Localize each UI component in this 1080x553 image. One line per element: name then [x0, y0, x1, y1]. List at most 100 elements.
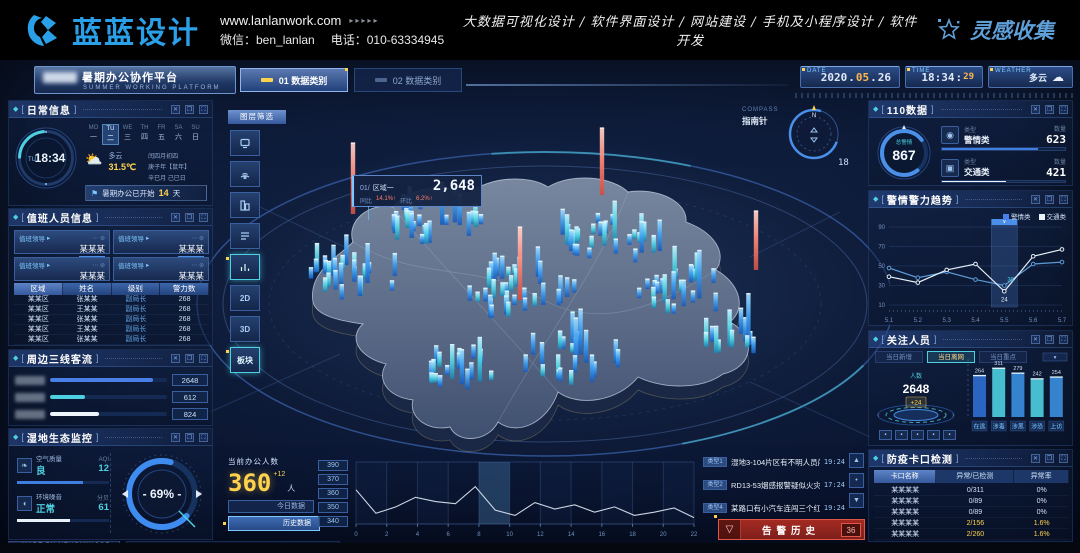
window-icon[interactable]: ❐	[1045, 105, 1054, 114]
window-icon[interactable]: ❐	[185, 433, 194, 442]
office-count-value: 360	[228, 469, 271, 497]
layer-button-list[interactable]	[230, 223, 260, 249]
history-data-button[interactable]: 历史数据	[228, 516, 320, 531]
close-icon[interactable]: ✕	[171, 354, 180, 363]
services-list: 大数据可视化设计 / 软件界面设计 / 网站建设 / 手机及小程序设计 / 软件…	[460, 11, 920, 49]
panel-title: 关注人员	[887, 332, 931, 347]
layer-button-板块[interactable]: 板块	[230, 347, 260, 373]
panel-focus-persons: ◆[关注人员] ✕❐⛶ 当日新增当日离网当日重点 人数2648+24‹› ▪▪▪…	[868, 330, 1073, 446]
close-icon[interactable]: ✕	[171, 433, 180, 442]
alert-history-button[interactable]: ▽ 告警历史 36	[718, 519, 865, 540]
svg-text:5.7: 5.7	[1058, 318, 1067, 324]
tab-active-marker	[261, 78, 273, 82]
layer-filter: 图层筛选 2D3D板块	[228, 110, 262, 378]
layer-button-signal[interactable]	[230, 161, 260, 187]
panel-title: 警情警力趋势	[887, 192, 953, 207]
office-chart-yaxis: 390370360350340	[318, 460, 348, 527]
alert-item[interactable]: 类型1湿地3-104片区有不明人员闯入19:24	[703, 453, 845, 471]
platform-subtitle: SUMMER WORKING PLATFORM	[43, 85, 235, 91]
svg-text:5.1: 5.1	[885, 318, 894, 324]
layer-button-monitor[interactable]	[230, 130, 260, 156]
layer-button-3D[interactable]: 3D	[230, 316, 260, 342]
focus-tab[interactable]: 当日新增	[875, 351, 923, 363]
alert-item[interactable]: 类型2RD13-53烟感报警疑似火灾17:24	[703, 476, 845, 494]
svg-text:+24: +24	[910, 400, 921, 407]
today-data-button[interactable]: 今日数据	[228, 500, 314, 513]
calendar-day[interactable]: TU二	[102, 124, 119, 145]
checkpoint-header-cell[interactable]: 异常/已检测	[936, 470, 1014, 483]
expand-icon[interactable]: ⛶	[1059, 335, 1068, 344]
scroll-down-icon[interactable]: ▼	[849, 493, 864, 508]
layer-button-building[interactable]	[230, 192, 260, 218]
office-line-chart: 0246810121416182022	[352, 458, 700, 547]
window-icon[interactable]: ❐	[1045, 195, 1054, 204]
tab-data-category-2[interactable]: 02 数据类别	[354, 68, 462, 92]
duty-card: 值班领导▸⋯ ⊗某某某	[14, 230, 110, 254]
calendar-day[interactable]: MO一	[85, 124, 102, 145]
bottom-edge-strip	[0, 543, 1080, 553]
window-icon[interactable]: ❐	[1045, 335, 1054, 344]
expand-icon[interactable]: ⛶	[199, 105, 208, 114]
calendar-day[interactable]: FR五	[153, 124, 170, 145]
close-icon[interactable]: ✕	[1031, 105, 1040, 114]
trend-line-chart: 9070503010∨30245.15.25.35.45.55.65.7	[869, 219, 1074, 332]
panel-title: 日常信息	[27, 102, 71, 117]
air-quality-metric: ❧ 空气质量 良 AQI 12	[17, 453, 109, 484]
flow-bar-row: 612	[15, 391, 208, 403]
compass-reading: 18	[838, 158, 849, 168]
notice-days: 14	[159, 188, 169, 198]
redacted-title-blur	[43, 72, 77, 83]
mini-icon[interactable]: ▪	[927, 430, 940, 440]
calendar-day[interactable]: TH四	[136, 124, 153, 145]
alert-item[interactable]: 类型4某路口有小汽车连闯三个红灯19:24	[703, 499, 845, 517]
tab-data-category-1[interactable]: 01 数据类别	[240, 68, 348, 92]
expand-icon[interactable]: ⛶	[1059, 195, 1068, 204]
mini-icon[interactable]: ▪	[895, 430, 908, 440]
panel-title: 湿地生态监控	[27, 430, 93, 445]
scroll-up-icon[interactable]: ▲	[849, 453, 864, 468]
mini-icon[interactable]: ▪	[879, 430, 892, 440]
expand-icon[interactable]: ⛶	[199, 213, 208, 222]
checkpoint-row: 某某某某0/3110%	[874, 485, 1069, 496]
mini-icon[interactable]: ▪	[943, 430, 956, 440]
redacted-label	[15, 410, 45, 419]
list-icon	[239, 230, 251, 242]
svg-text:N: N	[811, 113, 815, 119]
calendar-day[interactable]: SA六	[170, 124, 187, 145]
close-icon[interactable]: ✕	[1031, 335, 1040, 344]
duty-card: 值班领导▸⋯ ⊗某某某	[14, 257, 110, 281]
close-icon[interactable]: ✕	[171, 213, 180, 222]
corner-dot	[802, 68, 805, 71]
warning-triangle-icon: ▽	[719, 520, 741, 539]
close-icon[interactable]: ✕	[1031, 195, 1040, 204]
layer-button-chart[interactable]	[230, 254, 260, 280]
duty-card: 值班领导▸⋯ ⊗某某某	[113, 230, 209, 254]
panel-checkpoint: ◆[防疫卡口检测] ✕❐⛶ 卡口名称异常/已检测异常率 某某某某0/3110%某…	[868, 449, 1073, 542]
focus-mini-icons: ▪▪▪▪▪	[879, 430, 956, 440]
calendar-day[interactable]: WE三	[119, 124, 136, 145]
mini-icon[interactable]: ▪	[911, 430, 924, 440]
checkpoint-header-cell[interactable]: 异常率	[1014, 470, 1069, 483]
calendar-day[interactable]: SU日	[187, 124, 204, 145]
window-icon[interactable]: ❐	[1045, 454, 1054, 463]
layer-button-2D[interactable]: 2D	[230, 285, 260, 311]
checkpoint-row: 某某某某2/1561.6%	[874, 518, 1069, 529]
svg-text:5.3: 5.3	[942, 318, 951, 324]
duty-table: 区域姓名级别警力数某某区张某某副局长268某某区王某某副局长268某某区张某某副…	[14, 283, 209, 345]
expand-icon[interactable]: ⛶	[199, 433, 208, 442]
expand-icon[interactable]: ⛶	[1059, 105, 1068, 114]
scroll-dot-icon[interactable]: •	[849, 473, 864, 488]
expand-icon[interactable]: ⛶	[199, 354, 208, 363]
svg-text:8: 8	[477, 532, 481, 538]
close-icon[interactable]: ✕	[1031, 454, 1040, 463]
yaxis-tick: 350	[318, 502, 348, 513]
checkpoint-header-cell[interactable]: 卡口名称	[874, 470, 936, 483]
close-icon[interactable]: ✕	[171, 105, 180, 114]
svg-text:上访: 上访	[1050, 423, 1062, 431]
window-icon[interactable]: ❐	[185, 354, 194, 363]
svg-text:5.5: 5.5	[1000, 318, 1009, 324]
expand-icon[interactable]: ⛶	[1059, 454, 1068, 463]
svg-text:18: 18	[629, 532, 636, 538]
window-icon[interactable]: ❐	[185, 105, 194, 114]
window-icon[interactable]: ❐	[185, 213, 194, 222]
